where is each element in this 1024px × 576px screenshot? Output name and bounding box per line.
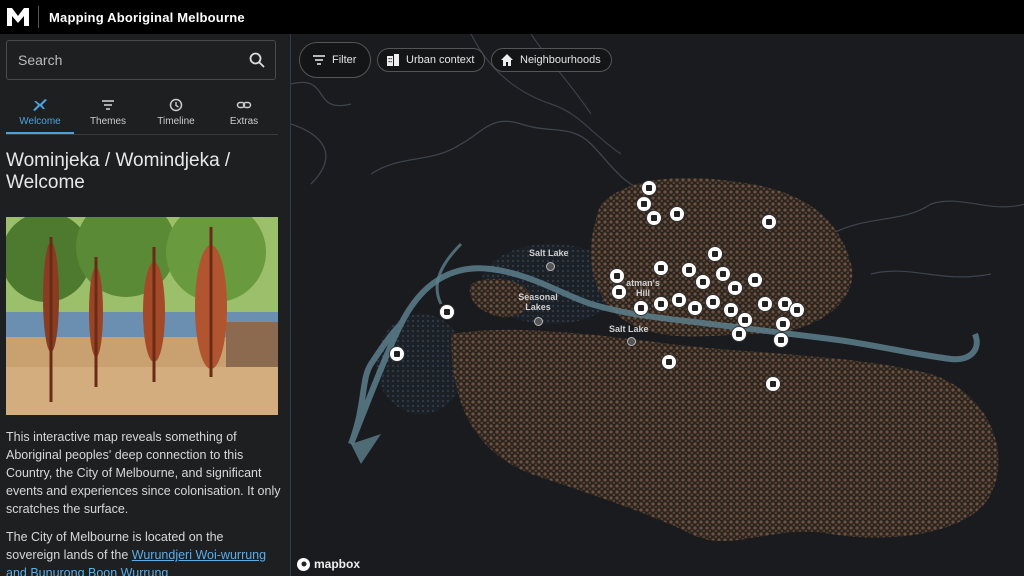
map-marker[interactable]: [681, 262, 697, 278]
divider: [38, 6, 39, 28]
map-marker[interactable]: [636, 196, 652, 212]
map-marker[interactable]: [715, 266, 731, 282]
urban-context-label: Urban context: [406, 54, 475, 66]
place-label-batmans-hill: atman's Hill: [626, 278, 660, 298]
map-marker[interactable]: [389, 346, 405, 362]
search-icon[interactable]: [249, 52, 265, 73]
urban-context-button[interactable]: Urban context: [377, 48, 486, 72]
map-marker[interactable]: [609, 268, 625, 284]
mapbox-label: mapbox: [314, 557, 361, 571]
link-icon: [236, 101, 252, 109]
map-marker[interactable]: [705, 294, 721, 310]
map-marker[interactable]: [695, 274, 711, 290]
map-marker[interactable]: [723, 302, 739, 318]
map-marker[interactable]: [765, 376, 781, 392]
search-input[interactable]: [16, 51, 240, 69]
map-marker[interactable]: [439, 304, 455, 320]
map-marker[interactable]: [633, 300, 649, 316]
welcome-photo: [6, 217, 278, 415]
place-dot: [546, 262, 555, 271]
intro-paragraph: This interactive map reveals something o…: [6, 430, 281, 516]
plane-icon: [33, 99, 47, 111]
map-marker[interactable]: [661, 354, 677, 370]
filter-icon: [313, 55, 325, 65]
map-marker[interactable]: [687, 300, 703, 316]
map-marker[interactable]: [757, 296, 773, 312]
map-marker[interactable]: [641, 180, 657, 196]
tab-bar: Welcome Themes Timeline Extras: [6, 94, 278, 135]
tab-welcome[interactable]: Welcome: [6, 94, 74, 134]
map-marker[interactable]: [731, 326, 747, 342]
mapbox-logo-icon: [297, 557, 310, 571]
filter-lines-icon: [102, 100, 114, 110]
map-marker[interactable]: [727, 280, 743, 296]
map-marker[interactable]: [671, 292, 687, 308]
place-label-salt-lake-2: Salt Lake: [609, 324, 649, 334]
search-box: [6, 40, 276, 80]
country-paragraph: The City of Melbourne is located on the …: [6, 528, 281, 576]
map-canvas[interactable]: Filter Urban context Neighbourhoods Salt…: [290, 34, 1024, 576]
filter-label: Filter: [332, 54, 357, 66]
tab-label: Welcome: [19, 116, 61, 127]
mapbox-attribution[interactable]: mapbox: [297, 557, 360, 571]
tab-label: Themes: [89, 116, 127, 127]
page-title: Wominjeka / Womindjeka / Welcome: [6, 150, 231, 193]
neighbourhoods-button[interactable]: Neighbourhoods: [491, 48, 612, 72]
map-marker[interactable]: [707, 246, 723, 262]
tab-timeline[interactable]: Timeline: [142, 94, 210, 134]
map-marker[interactable]: [646, 210, 662, 226]
map-marker[interactable]: [761, 214, 777, 230]
map-marker[interactable]: [611, 284, 627, 300]
top-bar: Mapping Aboriginal Melbourne: [0, 0, 1024, 34]
app-title: Mapping Aboriginal Melbourne: [49, 9, 245, 25]
tab-extras[interactable]: Extras: [210, 94, 278, 134]
place-label-salt-lake: Salt Lake: [529, 248, 569, 258]
sidebar: Welcome Themes Timeline Extras Wominjeka…: [0, 34, 290, 576]
map-marker[interactable]: [653, 296, 669, 312]
clock-icon: [169, 98, 183, 112]
place-dot: [534, 317, 543, 326]
melbourne-logo-icon[interactable]: [6, 7, 30, 27]
map-marker[interactable]: [747, 272, 763, 288]
map-marker[interactable]: [775, 316, 791, 332]
tab-label: Extras: [229, 116, 259, 127]
map-marker[interactable]: [669, 206, 685, 222]
map-marker[interactable]: [789, 302, 805, 318]
tab-label: Timeline: [157, 116, 195, 127]
filter-button[interactable]: Filter: [299, 42, 372, 78]
place-dot: [627, 337, 636, 346]
home-icon: [501, 54, 513, 66]
neighbourhoods-label: Neighbourhoods: [520, 54, 601, 66]
place-label-seasonal-lakes: Seasonal Lakes: [518, 292, 558, 312]
map-marker[interactable]: [653, 260, 669, 276]
map-marker[interactable]: [773, 332, 789, 348]
building-icon: [387, 54, 399, 66]
tab-themes[interactable]: Themes: [74, 94, 142, 134]
